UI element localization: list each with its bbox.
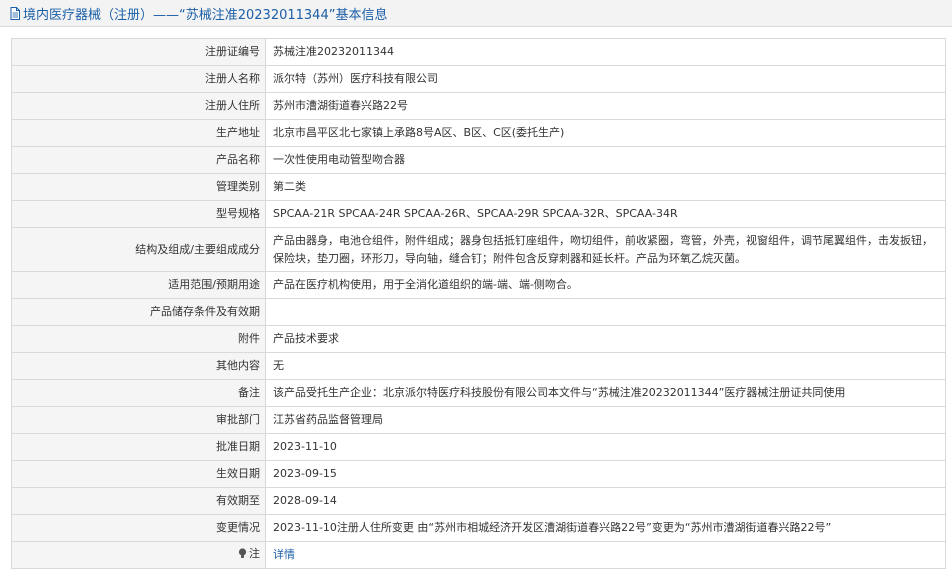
row-value: 无 (265, 352, 946, 380)
row-label: 有效期至 (11, 487, 266, 515)
row-label: 批准日期 (11, 433, 266, 461)
row-label: 其他内容 (11, 352, 266, 380)
row-value: 产品在医疗机构使用，用于全消化道组织的端-端、端-侧吻合。 (265, 271, 946, 299)
table-row: 管理类别 第二类 (11, 173, 946, 201)
table-row: 产品名称 一次性使用电动管型吻合器 (11, 146, 946, 174)
table-row: 有效期至 2028-09-14 (11, 487, 946, 515)
row-value: 2023-11-10注册人住所变更 由“苏州市相城经济开发区漕湖街道春兴路22号… (265, 514, 946, 542)
row-value: 苏州市漕湖街道春兴路22号 (265, 92, 946, 120)
row-value: 2028-09-14 (265, 487, 946, 515)
row-value: 2023-11-10 (265, 433, 946, 461)
row-label: 备注 (11, 379, 266, 407)
row-value (265, 298, 946, 326)
page-title: 境内医疗器械（注册）——“苏械注准20232011344”基本信息 (23, 7, 388, 23)
details-link[interactable]: 详情 (273, 548, 295, 561)
row-value: 产品技术要求 (265, 325, 946, 353)
document-icon (10, 6, 20, 20)
row-label: 变更情况 (11, 514, 266, 542)
table-row: 注册人住所 苏州市漕湖街道春兴路22号 (11, 92, 946, 120)
info-table-container: 注册证编号 苏械注准20232011344 注册人名称 派尔特（苏州）医疗科技有限公司… (11, 38, 946, 569)
table-row: 备注 该产品受托生产企业：北京派尔特医疗科技股份有限公司本文件与“苏械注准2023… (11, 379, 946, 407)
row-value: 第二类 (265, 173, 946, 201)
row-label: 注册人住所 (11, 92, 266, 120)
row-value: 详情 (265, 541, 946, 569)
row-label: 生效日期 (11, 460, 266, 488)
row-label: 注册证编号 (11, 38, 266, 66)
row-label: 产品名称 (11, 146, 266, 174)
note-label: 注 (249, 547, 260, 560)
row-label: 适用范围/预期用途 (11, 271, 266, 299)
table-row: 注册人名称 派尔特（苏州）医疗科技有限公司 (11, 65, 946, 93)
row-label: 注 (11, 541, 266, 569)
table-row: 批准日期 2023-11-10 (11, 433, 946, 461)
row-value: 该产品受托生产企业：北京派尔特医疗科技股份有限公司本文件与“苏械注准202320… (265, 379, 946, 407)
table-row: 审批部门 江苏省药品监督管理局 (11, 406, 946, 434)
row-value: 江苏省药品监督管理局 (265, 406, 946, 434)
table-row: 生效日期 2023-09-15 (11, 460, 946, 488)
row-label: 型号规格 (11, 200, 266, 228)
table-row: 产品储存条件及有效期 (11, 298, 946, 326)
table-row-note: 注 详情 (11, 541, 946, 569)
row-label: 管理类别 (11, 173, 266, 201)
row-label: 附件 (11, 325, 266, 353)
table-row: 适用范围/预期用途 产品在医疗机构使用，用于全消化道组织的端-端、端-侧吻合。 (11, 271, 946, 299)
row-value: 派尔特（苏州）医疗科技有限公司 (265, 65, 946, 93)
row-value: 一次性使用电动管型吻合器 (265, 146, 946, 174)
table-row: 变更情况 2023-11-10注册人住所变更 由“苏州市相城经济开发区漕湖街道春兴… (11, 514, 946, 542)
row-value: 苏械注准20232011344 (265, 38, 946, 66)
row-label: 审批部门 (11, 406, 266, 434)
row-value: 2023-09-15 (265, 460, 946, 488)
table-row: 附件 产品技术要求 (11, 325, 946, 353)
row-label: 产品储存条件及有效期 (11, 298, 266, 326)
table-row: 生产地址 北京市昌平区北七家镇上承路8号A区、B区、C区(委托生产) (11, 119, 946, 147)
table-row: 结构及组成/主要组成成分 产品由器身，电池仓组件，附件组成；器身包括抵钉座组件，吻… (11, 227, 946, 272)
row-value: SPCAA-21R SPCAA-24R SPCAA-26R、SPCAA-29R … (265, 200, 946, 228)
table-row: 注册证编号 苏械注准20232011344 (11, 38, 946, 66)
warning-bulb-icon (238, 547, 247, 565)
table-row: 其他内容无 (11, 352, 946, 380)
page-header: 境内医疗器械（注册）——“苏械注准20232011344”基本信息 (0, 0, 952, 27)
row-label: 结构及组成/主要组成成分 (11, 227, 266, 272)
row-label: 生产地址 (11, 119, 266, 147)
row-value: 北京市昌平区北七家镇上承路8号A区、B区、C区(委托生产) (265, 119, 946, 147)
table-row: 型号规格 SPCAA-21R SPCAA-24R SPCAA-26R、SPCAA-… (11, 200, 946, 228)
info-table: 注册证编号 苏械注准20232011344 注册人名称 派尔特（苏州）医疗科技有限公司… (11, 38, 946, 569)
row-label: 注册人名称 (11, 65, 266, 93)
row-value: 产品由器身，电池仓组件，附件组成；器身包括抵钉座组件，吻切组件，前收紧圈，弯管，… (265, 227, 946, 272)
